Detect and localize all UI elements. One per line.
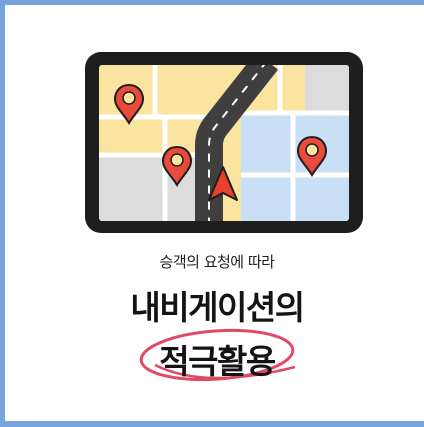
page-title-line1: 내비게이션의 [130, 288, 305, 327]
page-title-line2: 적극활용 [159, 342, 276, 381]
subtitle: 승객의 요청에 따라 [159, 253, 275, 271]
page-frame: 승객의 요청에 따라 내비게이션의 적극활용 [0, 0, 424, 427]
